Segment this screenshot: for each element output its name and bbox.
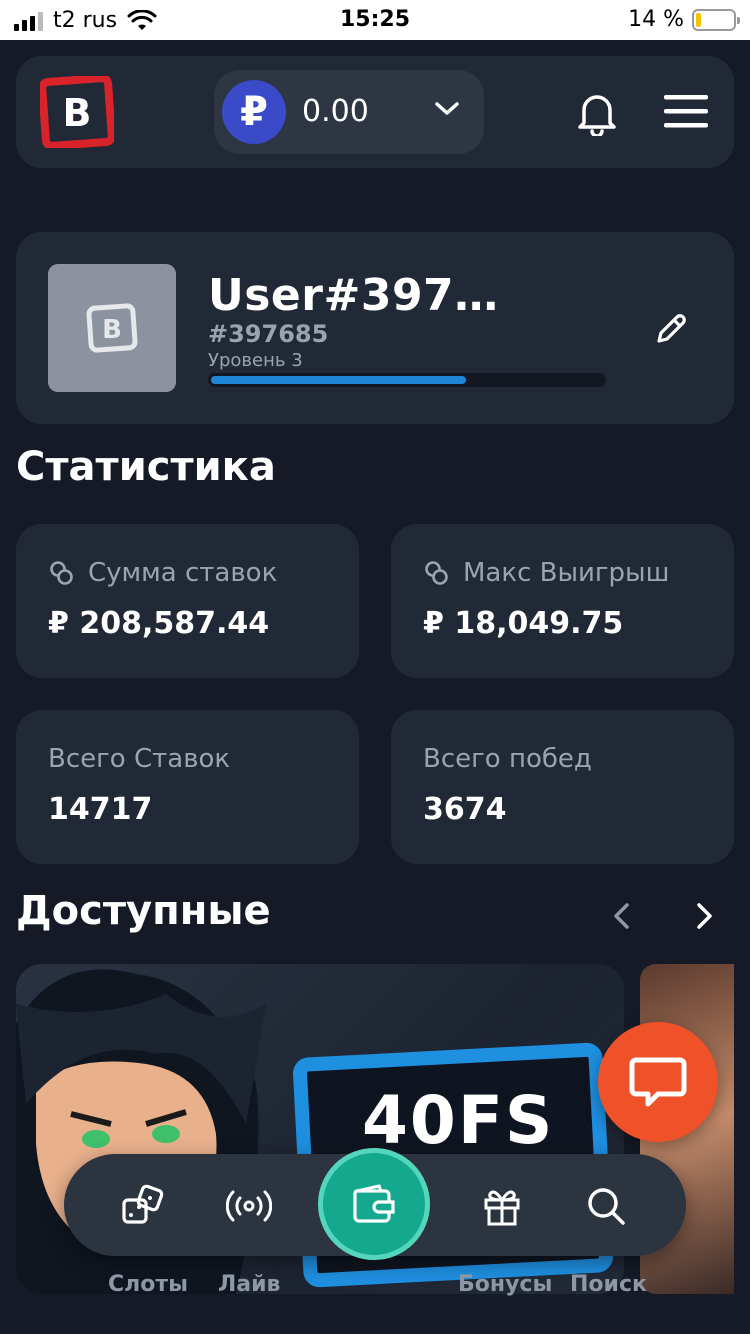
stat-label: Всего побед [423,744,592,774]
ruble-currency-icon: ₽ [222,80,286,144]
live-broadcast-icon[interactable] [226,1184,272,1228]
nav-label-live[interactable]: Лайв [218,1272,280,1297]
chevron-right-icon[interactable] [690,900,718,932]
pencil-icon[interactable] [654,312,688,346]
available-title: Доступные [16,888,271,934]
stat-value: 14717 [48,792,153,827]
balance-selector[interactable]: ₽ 0.00 [214,70,484,154]
nav-label-search[interactable]: Поиск [570,1272,647,1297]
svg-text:B: B [63,91,92,135]
stat-card-max-win: Макс Выигрыш ₽ 18,049.75 [391,524,734,678]
bonus-text: 40FS [362,1082,555,1159]
battery-percent: 14 % [628,7,684,32]
top-header: B ₽ 0.00 [16,56,734,168]
bell-icon[interactable] [576,90,618,136]
coins-icon [50,561,73,585]
stat-label: Макс Выигрыш [463,558,670,588]
profile-card: B User#397… #397685 Уровень 3 [16,232,734,424]
stat-label: Всего Ставок [48,744,231,774]
level-progress [208,373,606,387]
stat-card-total-bets: Всего Ставок 14717 [16,710,359,864]
avatar-logo-icon: B [86,303,138,353]
username: User#397… [208,270,499,321]
coins-icon [425,561,448,585]
avatar[interactable]: B [48,264,176,392]
stat-value: 3674 [423,792,507,827]
bottom-navigation [64,1148,686,1260]
dice-icon[interactable] [120,1184,166,1228]
chat-bubble-icon [629,1057,687,1107]
brand-logo[interactable]: B [40,76,114,148]
stats-title: Статистика [16,444,276,490]
gift-icon[interactable] [480,1184,524,1228]
chevron-down-icon [435,102,459,115]
chat-button[interactable] [598,1022,718,1142]
stat-value: ₽ 208,587.44 [48,606,270,641]
search-icon[interactable] [584,1184,628,1228]
wallet-icon [353,1184,395,1223]
svg-text:B: B [102,315,122,345]
balance-value: 0.00 [302,94,369,129]
nav-label-slots[interactable]: Слоты [108,1272,188,1297]
user-level: Уровень 3 [208,350,303,371]
battery-icon [692,8,740,31]
stat-value: ₽ 18,049.75 [423,606,624,641]
nav-label-bonuses[interactable]: Бонусы [458,1272,552,1297]
wallet-button[interactable] [318,1148,430,1260]
stat-label: Сумма ставок [88,558,278,588]
user-id: #397685 [208,320,329,348]
stat-card-total-wins: Всего побед 3674 [391,710,734,864]
hamburger-menu-icon[interactable] [662,92,710,132]
status-bar: t2 rus 15:25 14 % [0,0,750,40]
stat-card-total-bets-sum: Сумма ставок ₽ 208,587.44 [16,524,359,678]
chevron-left-icon[interactable] [608,900,636,932]
